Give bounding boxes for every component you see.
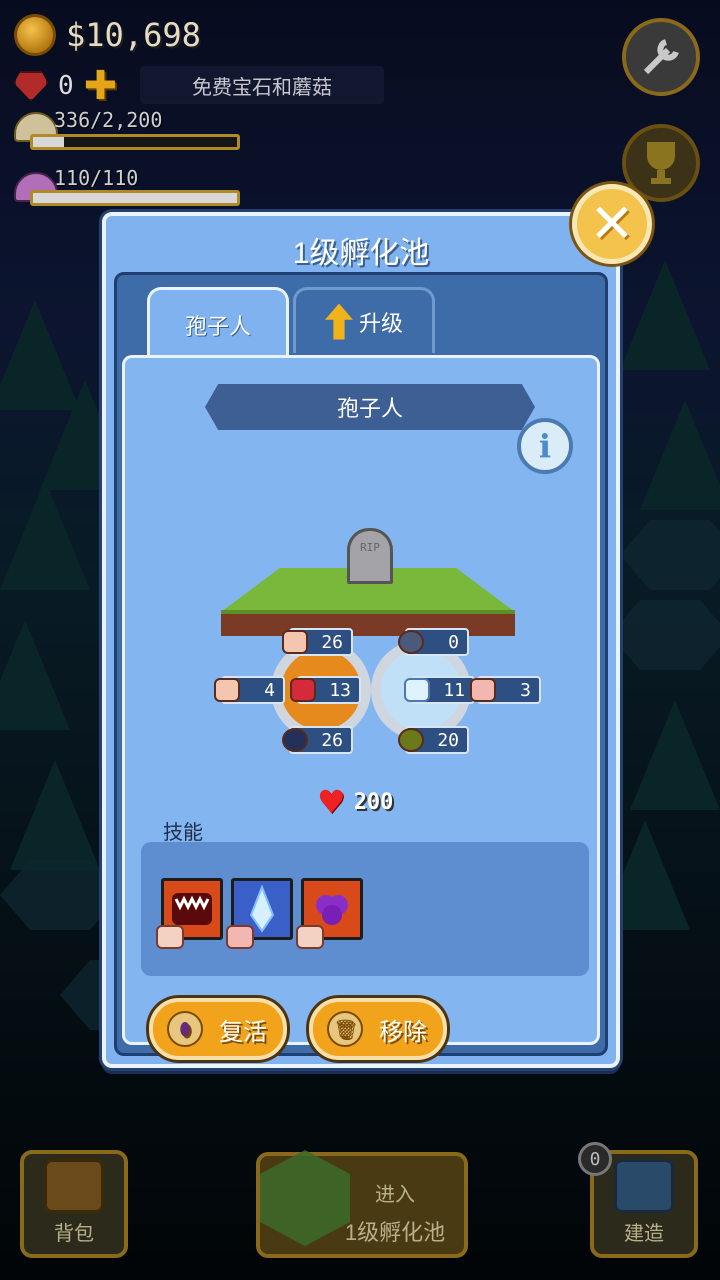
build-count-badge: 0	[578, 1142, 612, 1176]
praying-hands-icon	[209, 672, 245, 708]
brain-icon	[465, 672, 501, 708]
stat-orange-center-value: 13	[329, 679, 351, 701]
info-icon: i	[538, 427, 552, 465]
creature-name-banner: 孢子人	[205, 384, 535, 430]
stat-bottom-right: 20	[398, 726, 469, 754]
stat-bottom-left-value: 26	[321, 729, 343, 751]
money-value: $10,698	[66, 16, 201, 54]
chest-icon	[44, 1159, 104, 1213]
coin-icon	[14, 14, 56, 56]
mouth-skill-icon[interactable]	[156, 878, 223, 949]
enter-hatchery-text: 进入 1级孵化池	[320, 1178, 470, 1247]
money-display: $10,698	[14, 14, 201, 56]
enter-target-label: 1级孵化池	[344, 1220, 446, 1245]
brain-badge-icon	[226, 925, 254, 949]
stat-top-right: 0	[398, 628, 469, 656]
stat-bottom-right-value: 20	[437, 729, 459, 751]
backpack-button[interactable]: 背包	[20, 1150, 128, 1258]
creature-name: 孢子人	[336, 396, 403, 421]
revive-label: 复活	[219, 1018, 267, 1046]
praying-hands-badge-icon	[296, 925, 324, 949]
stat-left-value: 4	[264, 679, 275, 701]
gem-count: 0	[58, 71, 74, 101]
skills-label: 技能	[163, 822, 203, 844]
gem-icon	[14, 71, 48, 101]
fist-badge-icon	[156, 925, 184, 949]
plus-icon[interactable]: ✚	[84, 66, 118, 106]
tab-creature-label: 孢子人	[184, 313, 251, 339]
stat-orange-center: 13	[290, 676, 361, 704]
tab-upgrade[interactable]: 升级	[293, 287, 435, 353]
gem-display: 0 ✚	[14, 66, 117, 106]
purple-blob-skill-icon[interactable]	[296, 878, 363, 949]
wrench-icon[interactable]	[622, 18, 700, 96]
tombstone-text: RIP	[360, 541, 380, 554]
purple-progress-fill	[33, 193, 237, 203]
enter-label: 进入	[375, 1184, 415, 1206]
revive-button[interactable]: ⬮ 复活	[149, 998, 287, 1060]
stat-left: 4	[214, 676, 285, 704]
info-button[interactable]: i	[517, 418, 573, 474]
mushroom-progress-fill	[33, 137, 65, 147]
stat-blue-center-value: 11	[443, 679, 465, 701]
backpack-label: 背包	[54, 1223, 94, 1245]
health-value: 200	[353, 789, 394, 815]
stat-bottom-left: 26	[282, 726, 353, 754]
build-label: 建造	[624, 1223, 664, 1245]
mushroom-bar-label: 336/2,200	[54, 108, 163, 132]
stat-top-left-value: 26	[321, 631, 343, 653]
dialog-title: 1级孵化池	[292, 237, 430, 270]
stat-top-left: 26	[282, 628, 353, 656]
wind-icon	[277, 722, 313, 758]
remove-label: 移除	[379, 1018, 427, 1046]
build-cube-icon	[614, 1159, 674, 1213]
crystal-icon	[399, 672, 435, 708]
creature-content: 孢子人 i RIP 26 0 4 13 11 3 26 20 ♥ 200 技能 …	[122, 355, 600, 1060]
upgrade-arrow-icon	[324, 303, 353, 340]
tab-creature[interactable]: 孢子人	[147, 287, 289, 359]
close-button[interactable]: ✕	[572, 184, 652, 264]
purple-bar-label: 110/110	[54, 166, 139, 190]
heart-icon: ♥	[317, 783, 346, 821]
eye-icon	[393, 722, 429, 758]
health-display: ♥ 200	[317, 786, 393, 818]
ice-skill-icon[interactable]	[226, 878, 293, 949]
remove-button[interactable]: 🗑 移除	[309, 998, 447, 1060]
tombstone-icon: RIP	[347, 528, 393, 584]
dialog-panel: 孢子人 升级 孢子人 i RIP 26 0 4 13 11 3 26 20 ♥ …	[114, 272, 608, 1060]
stat-right-value: 3	[520, 679, 531, 701]
close-icon: ✕	[589, 192, 635, 255]
stat-top-right-value: 0	[448, 631, 459, 653]
fist-icon	[277, 624, 313, 660]
skills-panel	[141, 842, 589, 976]
hatchery-dialog: 1级孵化池 ✕ 孢子人 升级 孢子人 i RIP 26 0 4 13 11 3 …	[102, 184, 652, 1068]
egg-icon: ⬮	[167, 1011, 203, 1047]
free-gems-button[interactable]: 免费宝石和蘑菇	[140, 66, 384, 104]
rock-icon	[393, 624, 429, 660]
tab-upgrade-label: 升级	[358, 310, 403, 336]
stat-right: 3	[470, 676, 541, 704]
trash-icon: 🗑	[327, 1011, 363, 1047]
red-demon-icon	[285, 672, 321, 708]
mushroom-progress-bar	[30, 134, 240, 150]
purple-progress-bar	[30, 190, 240, 206]
